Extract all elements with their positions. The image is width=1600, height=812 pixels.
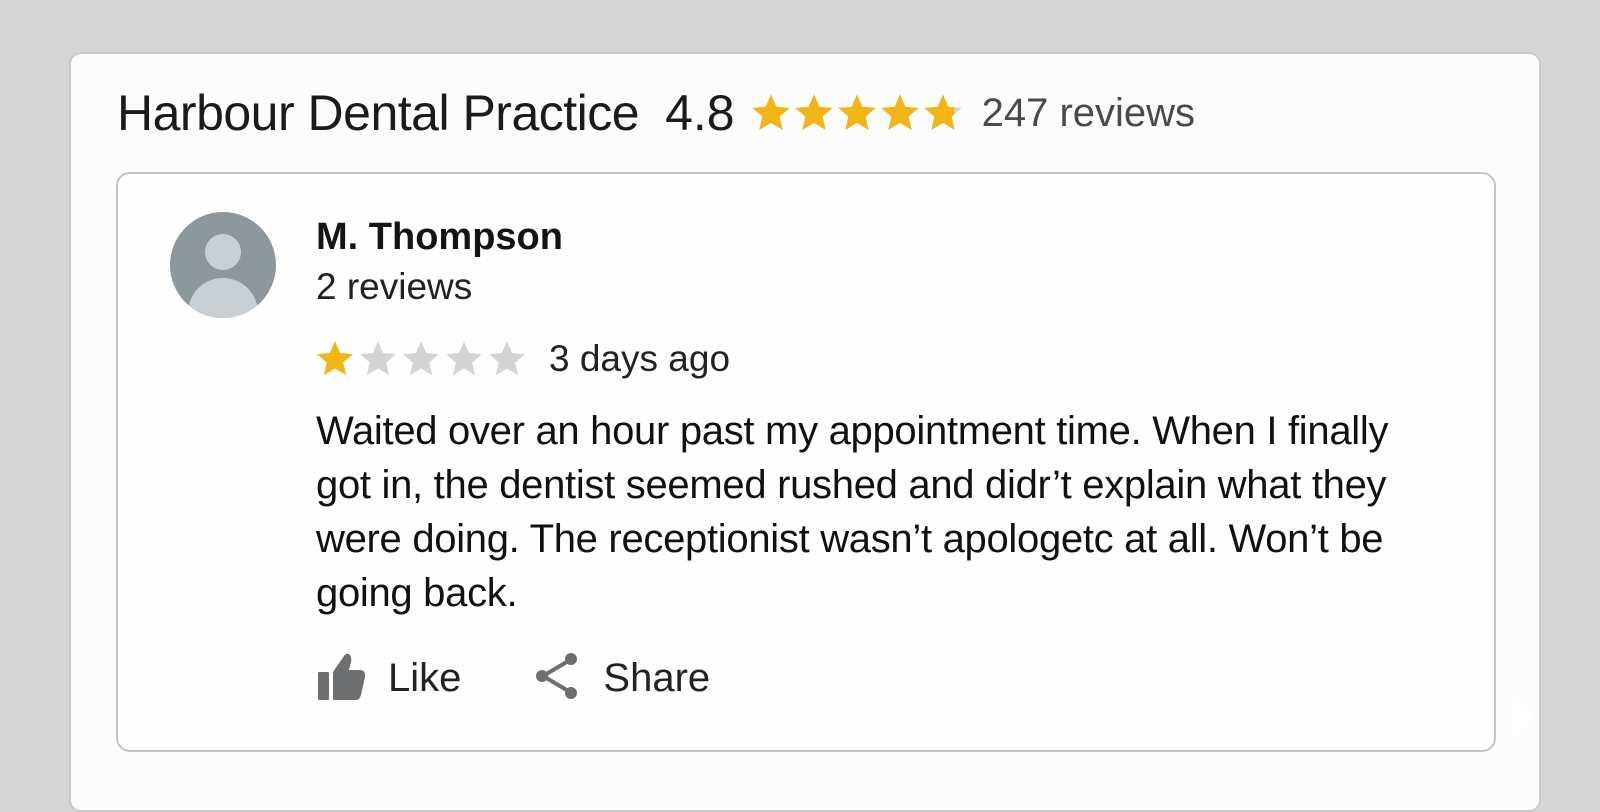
star-icon	[751, 94, 790, 131]
star-icon	[488, 341, 526, 376]
thumbs-up-icon	[316, 650, 368, 707]
business-review-panel: Harbour Dental Practice 4.8 247 reviews …	[69, 52, 1541, 812]
review-text: Waited over an hour past my appointment …	[316, 409, 1389, 615]
star-icon	[923, 94, 962, 131]
person-icon	[205, 234, 241, 270]
star-icon	[316, 341, 354, 376]
share-button[interactable]: Share	[531, 650, 710, 707]
star-icon	[359, 341, 397, 376]
review-time-ago: 3 days ago	[549, 338, 731, 379]
avatar[interactable]	[170, 212, 276, 318]
share-label: Share	[603, 656, 711, 700]
business-review-count[interactable]: 247 reviews	[982, 91, 1195, 136]
business-rating: 4.8	[665, 85, 735, 141]
review-author-name[interactable]: M. Thompson	[316, 216, 563, 259]
review-star-rating	[314, 338, 529, 380]
review-meta: 3 days ago	[314, 338, 730, 380]
review-actions: Like Share	[316, 650, 710, 707]
business-star-rating	[749, 91, 964, 135]
star-icon	[402, 341, 440, 376]
business-name[interactable]: Harbour Dental Practice	[117, 84, 640, 142]
next-arrow-icon[interactable]	[1512, 696, 1534, 740]
star-icon	[837, 94, 876, 131]
star-icon	[445, 341, 483, 376]
share-icon	[531, 650, 583, 707]
review-card: M. Thompson 2 reviews 3 days ago Waited …	[116, 172, 1496, 752]
like-label: Like	[388, 656, 462, 700]
star-icon	[794, 94, 833, 131]
review-author-review-count: 2 reviews	[316, 266, 473, 307]
like-button[interactable]: Like	[316, 650, 461, 707]
business-header: Harbour Dental Practice 4.8 247 reviews	[117, 82, 1195, 144]
person-icon-body	[188, 278, 258, 318]
star-icon	[880, 94, 919, 131]
